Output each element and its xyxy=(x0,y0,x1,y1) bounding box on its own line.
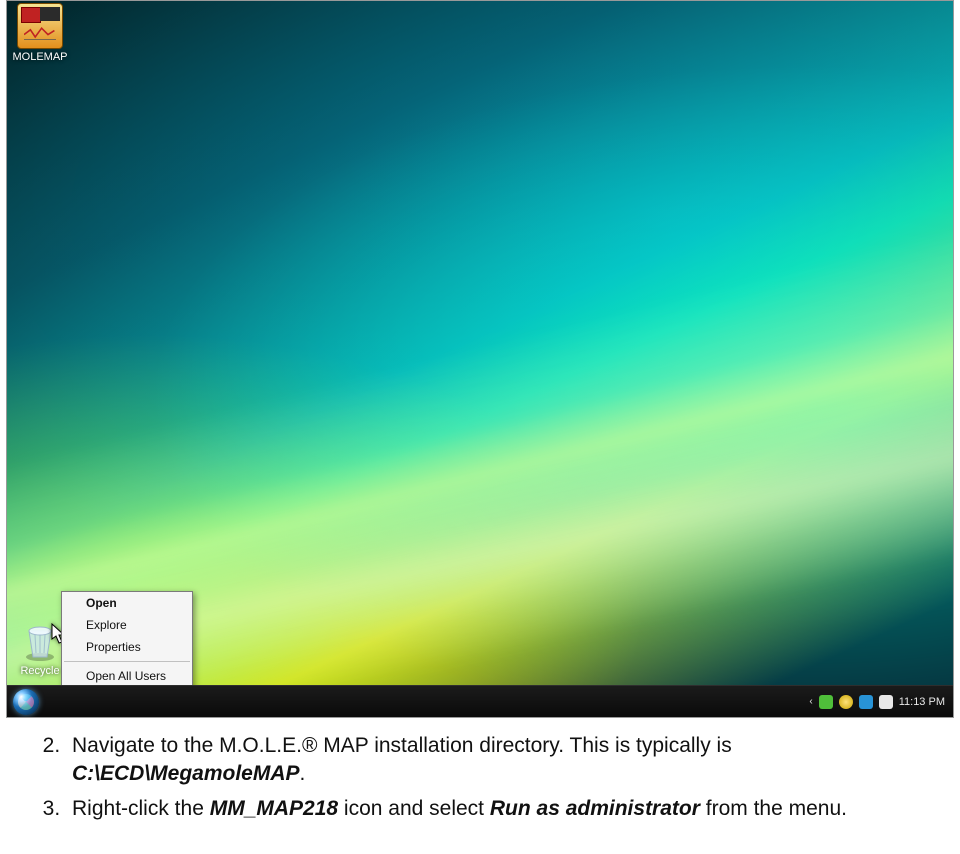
menu-separator xyxy=(64,661,190,662)
tray-icon-volume[interactable] xyxy=(879,695,893,709)
step3-file: MM_MAP218 xyxy=(210,797,338,820)
step3-text-2: icon and select xyxy=(338,797,490,820)
tray-expand-icon[interactable]: ‹ xyxy=(809,696,812,707)
menu-item-open[interactable]: Open xyxy=(62,592,192,614)
tray-icon-network[interactable] xyxy=(859,695,873,709)
step2-text-1: Navigate to the M.O.L.E.® MAP installati… xyxy=(72,734,732,757)
molemap-icon-chart xyxy=(24,23,56,43)
molemap-icon: AP xyxy=(17,3,63,49)
step3-text-1: Right-click the xyxy=(72,797,210,820)
tray-icon-shield[interactable] xyxy=(819,695,833,709)
taskbar: ‹ 11:13 PM xyxy=(7,685,953,717)
menu-item-open-all-users[interactable]: Open All Users xyxy=(62,665,192,687)
vista-desktop-screenshot: AP MOLEMAP Recycle xyxy=(6,0,954,718)
molemap-icon-badge: AP xyxy=(40,7,60,21)
system-tray: ‹ 11:13 PM xyxy=(801,686,953,717)
step2-text-2: . xyxy=(300,762,306,785)
menu-item-properties[interactable]: Properties xyxy=(62,636,192,658)
step2-path: C:\ECD\MegamoleMAP xyxy=(72,762,300,785)
step3-action: Run as administrator xyxy=(490,797,700,820)
start-button[interactable] xyxy=(7,686,45,718)
start-orb-icon xyxy=(13,689,39,715)
instruction-text: Navigate to the M.O.L.E.® MAP installati… xyxy=(0,718,960,831)
taskbar-clock[interactable]: 11:13 PM xyxy=(899,696,945,708)
menu-item-explore[interactable]: Explore xyxy=(62,614,192,636)
desktop-icon-label: MOLEMAP xyxy=(11,51,69,63)
step3-text-3: from the menu. xyxy=(700,797,847,820)
tray-icon-alert[interactable] xyxy=(839,695,853,709)
instruction-step-2: Navigate to the M.O.L.E.® MAP installati… xyxy=(66,732,924,787)
instruction-step-3: Right-click the MM_MAP218 icon and selec… xyxy=(66,795,924,823)
desktop-icon-molemap[interactable]: AP MOLEMAP xyxy=(11,3,69,63)
recycle-bin-icon xyxy=(17,617,63,663)
